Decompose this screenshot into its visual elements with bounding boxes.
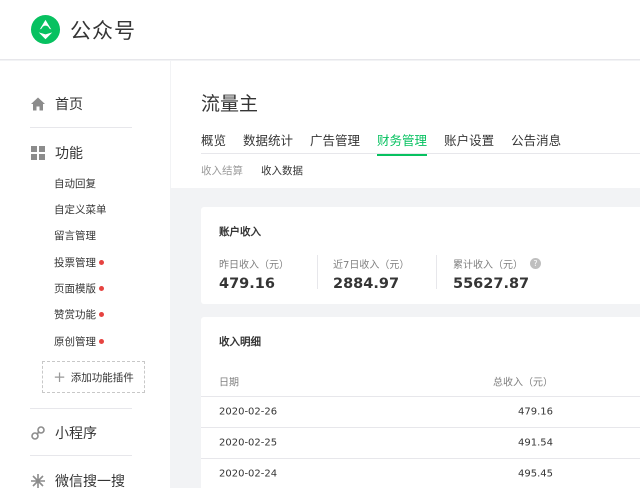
subtab-bar: 收入结算 收入数据 xyxy=(201,163,321,178)
sidebar-item-miniprogram[interactable]: 小程序 xyxy=(30,423,97,443)
plus-icon: + xyxy=(53,367,66,386)
table-row: 2020-02-26 479.16 xyxy=(201,397,640,428)
home-icon xyxy=(30,96,46,112)
sidebar-item-label: 功能 xyxy=(55,146,83,162)
column-header-date: 日期 xyxy=(219,377,239,388)
new-badge xyxy=(99,338,104,344)
sidebar-item-label: 微信搜一搜 xyxy=(55,474,125,488)
income-detail-card: 收入明细 日期 总收入（元） 2020-02-26 479.16 2020-02… xyxy=(201,317,640,488)
subtab-income-data[interactable]: 收入数据 xyxy=(261,163,303,178)
divider xyxy=(30,127,132,128)
sidebar-item-label: 首页 xyxy=(55,97,83,113)
main-content: 流量主 概览 数据统计 广告管理 财务管理 账户设置 公告消息 收入结算 收入数… xyxy=(171,61,640,488)
app-logo[interactable]: 公众号 xyxy=(30,14,136,45)
cell-date: 2020-02-25 xyxy=(219,437,278,449)
divider xyxy=(30,455,132,456)
grid-icon xyxy=(30,145,46,161)
sidebar-item-comments[interactable]: 留言管理 xyxy=(54,227,96,243)
stat-value: 55627.87 xyxy=(453,276,530,292)
new-badge xyxy=(99,259,104,265)
table-row: 2020-02-25 491.54 xyxy=(201,428,640,459)
sidebar-item-features[interactable]: 功能 xyxy=(30,143,83,163)
stat-yesterday: 昨日收入（元） 479.16 xyxy=(219,256,289,292)
stat-last-7-days: 近7日收入（元） 2884.97 xyxy=(333,256,409,292)
account-income-card: 账户收入 昨日收入（元） 479.16 近7日收入（元） 2884.97 累计收… xyxy=(201,207,640,304)
column-header-total-income: 总收入（元） xyxy=(493,377,553,388)
card-title: 账户收入 xyxy=(219,226,261,238)
page-title: 流量主 xyxy=(201,93,259,115)
divider xyxy=(30,408,132,409)
sidebar-item-label: 自动回复 xyxy=(54,177,96,190)
card-title: 收入明细 xyxy=(219,336,261,348)
sidebar-item-label: 页面模版 xyxy=(54,282,96,295)
stat-total: 累计收入（元） ? 55627.87 xyxy=(453,256,541,292)
sidebar-item-label: 小程序 xyxy=(55,426,97,442)
divider xyxy=(436,255,437,289)
sidebar-item-custom-menu[interactable]: 自定义菜单 xyxy=(54,201,107,217)
sidebar-item-auto-reply[interactable]: 自动回复 xyxy=(54,175,96,191)
table-row: 2020-02-24 495.45 xyxy=(201,459,640,488)
stat-value: 479.16 xyxy=(219,276,275,292)
cell-date: 2020-02-24 xyxy=(219,468,278,480)
cell-income: 495.45 xyxy=(518,468,553,480)
top-bar: 公众号 xyxy=(0,0,640,60)
stat-label: 昨日收入（元） xyxy=(219,260,289,271)
new-badge xyxy=(99,285,104,291)
sidebar-item-label: 留言管理 xyxy=(54,229,96,242)
add-plugin-button[interactable]: + 添加功能插件 xyxy=(42,361,145,393)
logo-icon xyxy=(30,14,61,45)
cell-income: 479.16 xyxy=(518,406,553,418)
divider xyxy=(317,255,318,289)
add-plugin-label: 添加功能插件 xyxy=(70,371,134,384)
new-badge xyxy=(99,311,104,317)
stat-value: 2884.97 xyxy=(333,276,400,292)
stat-label-row: 累计收入（元） ? xyxy=(453,256,541,271)
sidebar-item-original[interactable]: 原创管理 xyxy=(54,333,104,349)
sidebar-item-home[interactable]: 首页 xyxy=(30,94,83,114)
sidebar-item-label: 赞赏功能 xyxy=(54,308,96,321)
sidebar-item-label: 自定义菜单 xyxy=(54,203,107,216)
divider xyxy=(201,153,640,154)
cell-date: 2020-02-26 xyxy=(219,406,278,418)
table-header: 日期 总收入（元） xyxy=(201,365,640,397)
stat-label: 累计收入（元） xyxy=(453,260,523,271)
sidebar-item-votes[interactable]: 投票管理 xyxy=(54,254,104,270)
sparkle-icon xyxy=(30,473,46,488)
stat-label: 近7日收入（元） xyxy=(333,260,410,271)
help-icon[interactable]: ? xyxy=(530,258,541,269)
subtab-settlement[interactable]: 收入结算 xyxy=(201,163,243,178)
sidebar-item-templates[interactable]: 页面模版 xyxy=(54,280,104,296)
sidebar-item-label: 投票管理 xyxy=(54,256,96,269)
cell-income: 491.54 xyxy=(518,437,553,449)
sidebar-item-label: 原创管理 xyxy=(54,335,96,348)
app-title: 公众号 xyxy=(70,18,136,43)
link-icon xyxy=(30,425,46,441)
sidebar: 首页 功能 自动回复 自定义菜单 留言管理 投票管理 页面模版 赞赏功能 原创管… xyxy=(0,61,170,488)
sidebar-item-reward[interactable]: 赞赏功能 xyxy=(54,306,104,322)
page-header: 流量主 概览 数据统计 广告管理 财务管理 账户设置 公告消息 收入结算 收入数… xyxy=(171,61,640,188)
sidebar-item-wechat-search[interactable]: 微信搜一搜 xyxy=(30,471,125,488)
